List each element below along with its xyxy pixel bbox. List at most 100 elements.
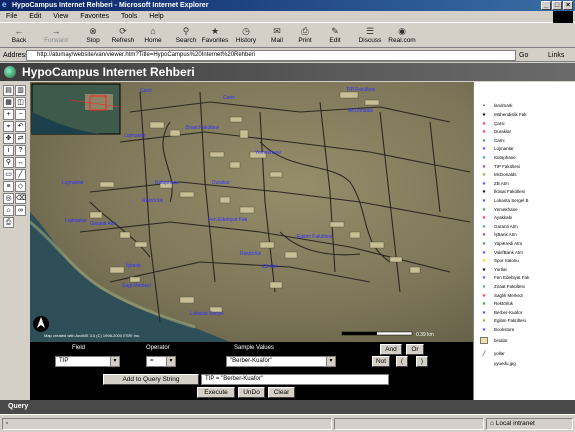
home-button[interactable]: ⌂ Home — [140, 26, 166, 47]
query-string-input[interactable]: TIP = "Berber-Kuafor" — [201, 374, 389, 385]
legend-item-label: Berber-Kuafor — [494, 309, 523, 315]
back-button[interactable]: ← Back — [4, 26, 34, 47]
zoom-in-icon[interactable]: + — [3, 109, 14, 120]
address-label: Address — [3, 52, 29, 59]
query-section-bar: Query — [0, 400, 575, 414]
query-icon[interactable]: ≡ — [3, 181, 14, 192]
operator-select[interactable]: = ▼ — [146, 356, 176, 367]
or-button[interactable]: Or — [406, 344, 424, 355]
favorites-button[interactable]: ★ Favorites — [200, 26, 230, 47]
menu-view[interactable]: View — [53, 13, 68, 20]
minimize-button[interactable]: _ — [541, 1, 551, 10]
menu-favorites[interactable]: Favorites — [80, 13, 109, 20]
legend-item-label: Garanti Atm — [494, 223, 518, 229]
buffer-icon[interactable]: ◎ — [3, 193, 14, 204]
not-button[interactable]: Not — [372, 356, 390, 367]
map-canvas[interactable]: Çarsi Cami TIP Fakültesi McDonalds Lojma… — [30, 82, 473, 342]
stop-button[interactable]: ⊗ Stop — [80, 26, 106, 47]
identify-all-icon[interactable]: ? — [15, 145, 26, 156]
right-paren-button[interactable]: ) — [416, 356, 428, 367]
hyperlink-icon[interactable]: ∞ — [15, 205, 26, 216]
realcom-button[interactable]: ◉ Real.com — [386, 26, 418, 47]
go-button[interactable]: Go — [519, 49, 528, 62]
status-zone: ⌂ Local intranet — [486, 418, 573, 430]
undo-button[interactable]: UnDo — [238, 387, 265, 398]
geocode-icon[interactable]: ⌂ — [3, 205, 14, 216]
app-title-bar: HypoCampus Internet Rehberi — [0, 63, 575, 81]
zoom-full-icon[interactable]: ◫ — [15, 97, 26, 108]
legend-image: yyuedu.jpg — [494, 361, 516, 366]
field-select[interactable]: TIP ▼ — [55, 356, 120, 367]
pan-arrows-icon[interactable]: ⇄ — [15, 133, 26, 144]
measure-icon[interactable]: ↔ — [15, 157, 26, 168]
history-button[interactable]: ◷ History — [232, 26, 260, 47]
svg-text:Ziraat Fakültesi: Ziraat Fakültesi — [185, 125, 219, 131]
star-marker-icon: ★ — [481, 327, 487, 333]
search-button[interactable]: ⚲ Search — [172, 26, 200, 47]
status-message: ▫ — [2, 418, 332, 430]
toggle-legend-icon[interactable]: ▤ — [3, 85, 14, 96]
menu-file[interactable]: File — [6, 13, 17, 20]
zoom-out-icon[interactable]: − — [15, 109, 26, 120]
toggle-layers-icon[interactable]: ▥ — [15, 85, 26, 96]
overview-map-icon[interactable]: ▦ — [3, 97, 14, 108]
map-view[interactable]: Çarsi Cami TIP Fakültesi McDonalds Lojma… — [30, 82, 473, 342]
pan-icon[interactable]: ✥ — [3, 133, 14, 144]
refresh-icon: ⟳ — [119, 26, 127, 36]
field-label: Field — [72, 345, 86, 351]
legend-item-label: YapiKredi Atm — [494, 241, 523, 246]
overview-inset[interactable] — [31, 83, 121, 135]
menu-bar: File Edit View Favorites Tools Help — [0, 11, 575, 23]
sample-values-select[interactable]: "Berber-Kuafor" ▼ — [226, 356, 336, 367]
edit-button[interactable]: ✎ Edit — [324, 26, 346, 47]
legend-item-label: Cami — [494, 137, 505, 143]
legend-item-label: Yurtlar — [494, 266, 508, 272]
mail-button[interactable]: ✉ Mail — [266, 26, 288, 47]
add-to-query-button[interactable]: Add to Query String — [103, 374, 199, 385]
svg-text:İşbank: İşbank — [126, 262, 141, 269]
zoom-last-icon[interactable]: ↶ — [15, 121, 26, 132]
legend-item-label: Fen Edebiyat Fak — [494, 275, 530, 281]
execute-button[interactable]: Execute — [197, 387, 235, 398]
print-map-icon[interactable]: ⎙ — [3, 217, 14, 228]
links-button[interactable]: Links — [548, 49, 564, 62]
chevron-down-icon: ▼ — [326, 357, 335, 366]
maximize-button[interactable]: □ — [552, 1, 562, 10]
select-shape-icon[interactable]: ◇ — [15, 181, 26, 192]
refresh-button[interactable]: ⟳ Refresh — [109, 26, 137, 47]
address-input[interactable]: http://atumay/website/van/viewer.htm?Tit… — [26, 50, 516, 61]
select-line-icon[interactable]: ╱ — [15, 169, 26, 180]
menu-help[interactable]: Help — [149, 13, 163, 20]
forward-button[interactable]: → Forward — [40, 26, 72, 47]
legend-item-label: Ayakkabı — [494, 215, 513, 221]
menu-edit[interactable]: Edit — [29, 13, 41, 20]
legend-item-label: Mühendislik Fak — [494, 112, 527, 117]
select-rect-icon[interactable]: ▭ — [3, 169, 14, 180]
realcom-icon: ◉ — [398, 26, 406, 36]
legend-item-label: Bookstore — [494, 327, 515, 332]
chevron-down-icon: ▼ — [166, 357, 175, 366]
menu-tools[interactable]: Tools — [121, 13, 137, 20]
clear-button[interactable]: Clear — [268, 387, 295, 398]
yollar-line-icon: ╱ — [482, 351, 486, 357]
legend-panel: • landmark ★ Mühendislik Fak ★ Çarsi ★ Durakla… — [473, 82, 575, 400]
find-icon[interactable]: ⚲ — [3, 157, 14, 168]
discuss-button[interactable]: ☰ Discuss — [356, 26, 384, 47]
legend-item-label: İşBank Atm — [494, 232, 517, 238]
clear-selection-icon[interactable]: ⌫ — [15, 193, 26, 204]
identify-icon[interactable]: i — [3, 145, 14, 156]
status-progress — [334, 418, 484, 430]
print-button[interactable]: ⎙ Print — [294, 26, 316, 47]
legend-item-label: Lojmanlar — [494, 146, 514, 152]
legend-item-label: McDonalds — [494, 172, 517, 178]
close-button[interactable]: × — [563, 1, 573, 10]
legend-yollar: ╱ yollar — [480, 349, 504, 358]
and-button[interactable]: And — [380, 344, 402, 355]
home-icon: ⌂ — [150, 26, 156, 36]
zoom-active-icon[interactable]: ⌖ — [3, 121, 14, 132]
query-section-label: Query — [8, 403, 29, 410]
left-paren-button[interactable]: ( — [396, 356, 408, 367]
legend-item-label: Ziraat Fakültesi — [494, 284, 525, 289]
svg-text:Lojmanlar: Lojmanlar — [65, 218, 87, 224]
legend-item-label: Lokanta Sergel B — [494, 198, 529, 203]
